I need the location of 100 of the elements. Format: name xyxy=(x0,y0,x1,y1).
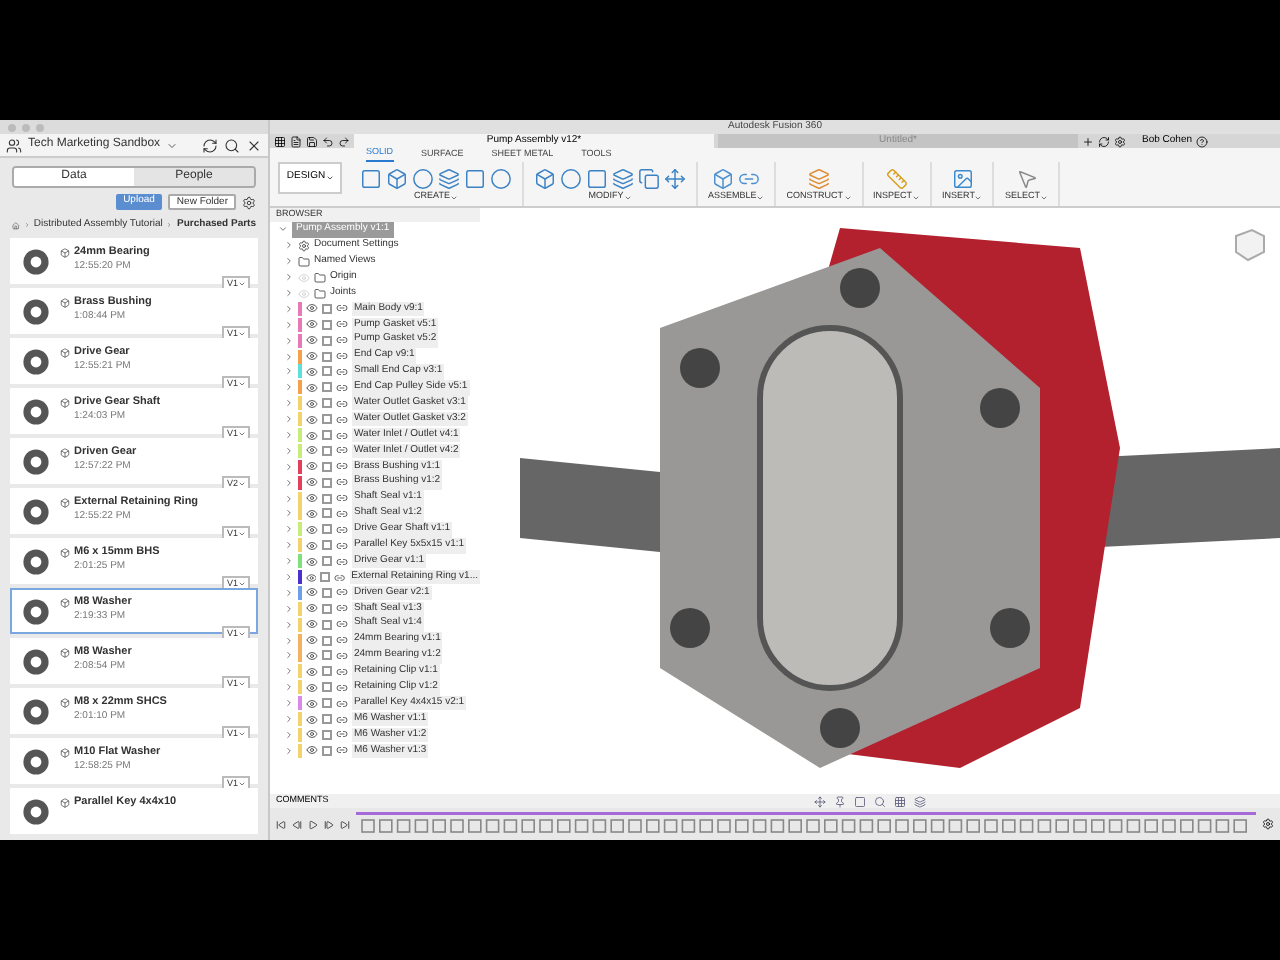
grid-icon xyxy=(274,135,286,147)
eye-icon xyxy=(306,744,318,757)
checkbox[interactable] xyxy=(322,666,332,677)
tool-icon[interactable] xyxy=(464,168,486,190)
eye-icon xyxy=(306,318,318,331)
eye-icon xyxy=(306,381,318,394)
tool-icon[interactable] xyxy=(412,168,434,190)
checkbox[interactable] xyxy=(322,461,332,472)
link-icon xyxy=(336,602,348,615)
checkbox[interactable] xyxy=(322,303,332,314)
eye-icon xyxy=(306,539,318,552)
search-icon xyxy=(224,137,240,153)
checkbox[interactable] xyxy=(322,540,332,551)
checkbox[interactable] xyxy=(322,398,332,409)
navigation-tool-icon[interactable] xyxy=(833,795,845,807)
tool-icon[interactable] xyxy=(664,168,686,190)
checkbox[interactable] xyxy=(322,619,332,630)
help-icon xyxy=(1196,135,1209,147)
link-icon xyxy=(336,744,348,757)
tool-icon[interactable] xyxy=(560,168,582,190)
link-icon xyxy=(336,381,348,394)
link-icon xyxy=(336,460,348,473)
tool-icon[interactable] xyxy=(612,168,634,190)
checkbox[interactable] xyxy=(322,650,332,661)
checkbox[interactable] xyxy=(322,729,332,740)
checkbox[interactable] xyxy=(322,714,332,725)
tool-icon[interactable] xyxy=(360,168,382,190)
tool-icon[interactable] xyxy=(712,168,735,190)
settings-icon xyxy=(1114,135,1126,147)
tool-icon[interactable] xyxy=(738,168,761,190)
tool-icon[interactable] xyxy=(951,168,974,190)
link-icon xyxy=(336,523,348,536)
eye-icon xyxy=(306,460,318,473)
checkbox[interactable] xyxy=(322,493,332,504)
eye-icon xyxy=(306,555,318,568)
tool-icon[interactable] xyxy=(807,168,830,190)
link-icon xyxy=(336,397,348,410)
checkbox[interactable] xyxy=(322,682,332,693)
save-icon xyxy=(306,135,318,147)
navigation-tool-icon[interactable] xyxy=(873,795,885,807)
component-icon xyxy=(60,497,70,508)
checkbox[interactable] xyxy=(322,430,332,441)
timeline-drawing[interactable] xyxy=(356,812,1256,836)
folder-icon xyxy=(314,287,326,299)
link-icon xyxy=(336,413,348,426)
settings-icon xyxy=(242,195,256,209)
checkbox[interactable] xyxy=(322,635,332,646)
tool-icon[interactable] xyxy=(1015,168,1038,190)
checkbox[interactable] xyxy=(322,382,332,393)
eye-icon xyxy=(306,665,318,678)
checkbox[interactable] xyxy=(322,477,332,488)
tool-icon[interactable] xyxy=(534,168,556,190)
checkbox[interactable] xyxy=(322,351,332,362)
checkbox[interactable] xyxy=(322,587,332,598)
step-back-icon xyxy=(292,819,302,829)
eye-icon xyxy=(306,397,318,410)
navigation-tool-icon[interactable] xyxy=(893,795,905,807)
close-icon xyxy=(246,137,262,153)
checkbox[interactable] xyxy=(322,414,332,425)
home-icon xyxy=(12,219,20,231)
checkbox[interactable] xyxy=(322,698,332,709)
link-icon xyxy=(336,555,348,568)
team-icon xyxy=(6,137,22,153)
file-icon xyxy=(290,135,302,147)
link-icon xyxy=(336,697,348,710)
part-drawing xyxy=(18,793,54,829)
step-forward-icon xyxy=(324,819,334,829)
checkbox[interactable] xyxy=(322,745,332,756)
tool-icon[interactable] xyxy=(386,168,408,190)
checkbox[interactable] xyxy=(322,366,332,377)
component-icon xyxy=(60,647,70,658)
part-drawing xyxy=(18,593,54,629)
checkbox[interactable] xyxy=(322,335,332,346)
navigation-tool-icon[interactable] xyxy=(853,795,865,807)
checkbox[interactable] xyxy=(322,603,332,614)
link-icon xyxy=(336,318,348,331)
part-drawing xyxy=(18,343,54,379)
part-drawing xyxy=(18,443,54,479)
eye-icon xyxy=(306,602,318,615)
eye-icon xyxy=(306,413,318,426)
checkbox[interactable] xyxy=(322,524,332,535)
refresh-icon xyxy=(1098,135,1110,147)
tool-icon[interactable] xyxy=(885,168,908,190)
navigation-tool-icon[interactable] xyxy=(913,795,925,807)
caret-icon xyxy=(166,139,179,151)
eye-icon xyxy=(306,302,318,315)
component-icon xyxy=(60,547,70,558)
checkbox[interactable] xyxy=(322,508,332,519)
eye-icon xyxy=(306,618,318,631)
checkbox[interactable] xyxy=(322,556,332,567)
navigation-tool-icon[interactable] xyxy=(813,795,825,807)
checkbox[interactable] xyxy=(322,319,332,330)
checkbox[interactable] xyxy=(322,445,332,456)
tool-icon[interactable] xyxy=(438,168,460,190)
tool-icon[interactable] xyxy=(638,168,660,190)
component-icon xyxy=(60,747,70,758)
component-icon xyxy=(60,797,70,808)
tool-icon[interactable] xyxy=(586,168,608,190)
checkbox[interactable] xyxy=(320,572,330,583)
tool-icon[interactable] xyxy=(490,168,512,190)
